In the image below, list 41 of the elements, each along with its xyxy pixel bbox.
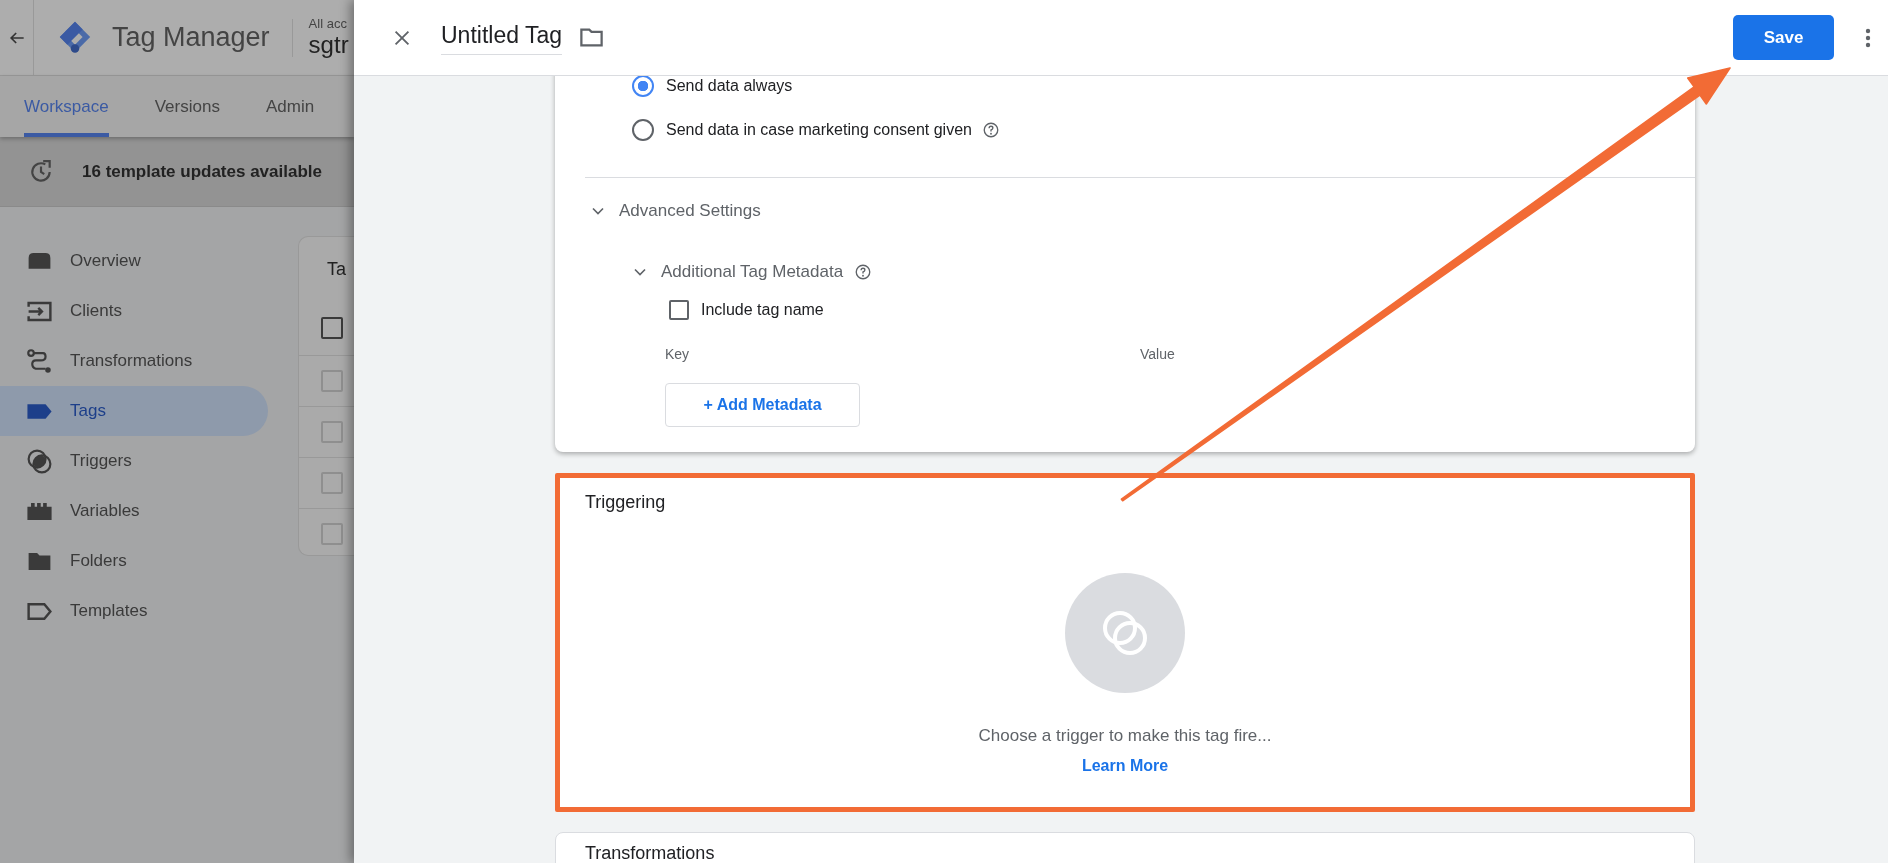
- checkbox[interactable]: [321, 370, 343, 392]
- section-title[interactable]: Additional Tag Metadata: [661, 262, 844, 282]
- triggering-card[interactable]: Triggering Choose a trigger to make this tag fire... Learn More: [555, 473, 1695, 812]
- radio-label: Send data always: [666, 77, 793, 95]
- app-title: Tag Manager: [112, 22, 270, 53]
- card-title: Triggering: [585, 492, 666, 513]
- sidebar-item[interactable]: Clients: [0, 286, 268, 336]
- nav-tab[interactable]: Versions: [154, 76, 220, 137]
- tag-name-field[interactable]: Untitled Tag: [441, 20, 563, 55]
- container-name[interactable]: sgtr: [308, 31, 349, 59]
- add-metadata-button[interactable]: + Add Metadata: [665, 383, 860, 427]
- radio-label: Send data in case marketing consent given: [666, 121, 972, 139]
- column-header: Key: [665, 346, 691, 364]
- learn-more-link[interactable]: Learn More: [1081, 757, 1169, 775]
- sidebar-item[interactable]: Overview: [0, 236, 268, 286]
- column-header: Value: [1140, 346, 1175, 364]
- save-button[interactable]: Save: [1733, 15, 1834, 60]
- sidebar-item[interactable]: Folders: [0, 536, 268, 586]
- sidebar-item[interactable]: Variables: [0, 486, 268, 536]
- radio-button[interactable]: [632, 76, 654, 97]
- sidebar-item[interactable]: Triggers: [0, 436, 268, 486]
- card-title: Ta: [327, 258, 346, 280]
- help-icon[interactable]: [854, 263, 873, 281]
- account-label: All acc: [308, 16, 348, 31]
- checkbox[interactable]: [321, 472, 343, 494]
- checkbox-label: Include tag name: [701, 301, 824, 319]
- checkbox[interactable]: [321, 317, 343, 339]
- checkbox[interactable]: [321, 421, 343, 443]
- empty-message: Choose a trigger to make this tag fire...: [978, 726, 1272, 746]
- route-icon: [25, 346, 54, 376]
- update-icon[interactable]: [28, 158, 54, 185]
- section-title[interactable]: Advanced Settings: [619, 201, 761, 221]
- nav-tab[interactable]: Admin: [265, 76, 315, 137]
- card-title: Transformations: [585, 843, 715, 863]
- checkbox[interactable]: [669, 300, 689, 320]
- checkbox[interactable]: [321, 523, 343, 545]
- sidebar-item[interactable]: Tags: [0, 386, 268, 436]
- sidebar-item[interactable]: Transformations: [0, 336, 268, 386]
- radio-button[interactable]: [632, 119, 654, 141]
- help-icon[interactable]: [981, 121, 1000, 139]
- sidebar-item[interactable]: Templates: [0, 586, 268, 636]
